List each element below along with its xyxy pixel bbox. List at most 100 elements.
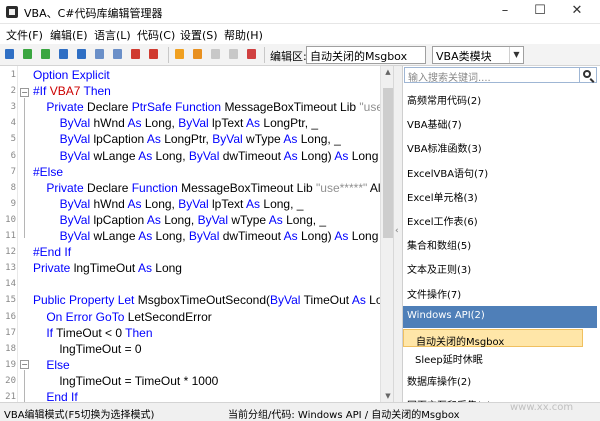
category-item[interactable]: 网页交互和采集(5) bbox=[403, 393, 597, 402]
category-item[interactable]: Windows API(2) bbox=[403, 305, 597, 328]
chevron-down-icon[interactable]: ▼ bbox=[509, 47, 523, 63]
code-token: Long, _ bbox=[300, 132, 341, 147]
category-item[interactable]: 高频常用代码(2) bbox=[403, 88, 597, 110]
delete-icon[interactable] bbox=[130, 47, 142, 61]
cut-icon[interactable] bbox=[174, 47, 186, 61]
line-number: 13 bbox=[5, 263, 16, 274]
code-keyword: Else bbox=[46, 357, 70, 372]
code-item[interactable]: Sleep延时休眠 bbox=[403, 348, 583, 366]
code-token: Long bbox=[351, 229, 379, 243]
code-token: lngTimeOut = TimeOut * 1000 bbox=[59, 373, 219, 388]
document-icon[interactable] bbox=[228, 47, 240, 61]
line-number: 19 bbox=[5, 359, 16, 370]
category-item[interactable]: VBA标准函数(3) bbox=[403, 136, 597, 158]
indent-icon[interactable] bbox=[112, 47, 124, 61]
code-token: Long bbox=[351, 148, 379, 163]
code-keyword: #If bbox=[33, 84, 50, 99]
pane-splitter[interactable]: ‹ bbox=[394, 66, 402, 402]
move-up-icon[interactable] bbox=[58, 47, 70, 61]
code-keyword: ByVal bbox=[59, 148, 94, 163]
fold-toggle-icon[interactable]: − bbox=[20, 360, 29, 369]
new-item-icon[interactable] bbox=[4, 47, 16, 61]
fold-toggle-icon[interactable]: − bbox=[20, 88, 29, 97]
code-token: Declare bbox=[87, 100, 132, 115]
category-item[interactable]: ExcelVBA语句(7) bbox=[403, 161, 597, 183]
category-label: VBA标准函数(3) bbox=[407, 144, 482, 156]
category-item[interactable]: Excel单元格(3) bbox=[403, 185, 597, 207]
code-line: ByVal wLange As Long, ByVal dwTimeout As… bbox=[33, 229, 379, 243]
code-keyword: Private bbox=[46, 180, 88, 195]
code-keyword: As bbox=[146, 212, 165, 227]
scroll-up-icon[interactable]: ▲ bbox=[381, 66, 393, 78]
fold-guide bbox=[24, 370, 25, 402]
code-token: Long, _ bbox=[263, 196, 304, 211]
scrollbar-thumb[interactable] bbox=[383, 88, 393, 238]
menu-file[interactable]: 文件(F) bbox=[6, 27, 43, 43]
code-keyword: If bbox=[46, 325, 57, 340]
category-item[interactable]: VBA基础(7) bbox=[403, 112, 597, 134]
code-token: wType bbox=[246, 132, 284, 147]
add-down-icon[interactable] bbox=[40, 47, 52, 61]
category-item[interactable]: 集合和数组(5) bbox=[403, 233, 597, 255]
code-token: MsgboxTimeOutSecond( bbox=[137, 293, 270, 308]
code-keyword: Then bbox=[125, 325, 153, 340]
line-number: 18 bbox=[5, 343, 16, 354]
add-up-icon[interactable] bbox=[22, 47, 34, 61]
line-number: 9 bbox=[10, 198, 16, 209]
code-line: ByVal lpCaption As LongPtr, ByVal wType … bbox=[33, 132, 341, 146]
vertical-scrollbar[interactable]: ▲ ▼ bbox=[380, 66, 393, 402]
line-number: 20 bbox=[5, 375, 16, 386]
edit-area-input[interactable]: 自动关闭的Msgbox bbox=[306, 46, 426, 64]
status-current-code: 当前分组/代码: Windows API / 自动关闭的Msgbox bbox=[228, 410, 460, 421]
category-item[interactable]: Excel工作表(6) bbox=[403, 209, 597, 231]
code-token: Long, bbox=[155, 229, 189, 243]
toolbar: 编辑区: 自动关闭的Msgbox VBA类模块 ▼ bbox=[0, 44, 600, 66]
code-token: Long, bbox=[144, 196, 179, 211]
code-line: ByVal hWnd As Long, ByVal lpText As Long… bbox=[33, 196, 304, 211]
code-keyword: As bbox=[268, 212, 287, 227]
move-down-icon[interactable] bbox=[76, 47, 88, 61]
code-item[interactable]: 自动关闭的Msgbox bbox=[403, 329, 583, 348]
category-item[interactable]: 数据库操作(2) bbox=[403, 369, 597, 391]
code-keyword: On Error GoTo bbox=[46, 309, 128, 324]
code-item-label: Sleep延时休眠 bbox=[415, 355, 483, 366]
copy-icon[interactable] bbox=[192, 47, 204, 61]
code-editor[interactable]: 1 2 3 4 5 6 7 8 9 10 11 12 13 14 15 16 17 18 19 20 21 − − Op… bbox=[0, 66, 394, 402]
menu-code[interactable]: 代码(C) bbox=[137, 27, 175, 43]
line-number: 8 bbox=[10, 182, 16, 193]
minimize-button[interactable]: – bbox=[490, 0, 520, 24]
code-line: Option Explicit bbox=[33, 68, 110, 82]
window-title: VBA、C#代码库编辑管理器 bbox=[24, 7, 163, 20]
category-item[interactable]: 文本及正则(3) bbox=[403, 257, 597, 279]
search-icon[interactable] bbox=[579, 67, 597, 83]
code-keyword: As bbox=[283, 148, 301, 163]
code-keyword: As bbox=[137, 261, 156, 276]
search-input[interactable]: 输入搜索关键词.... bbox=[404, 67, 580, 84]
delete-sub-icon[interactable] bbox=[148, 47, 160, 61]
collapse-arrow-icon[interactable]: ‹ bbox=[395, 226, 399, 236]
menu-language[interactable]: 语言(L) bbox=[94, 27, 131, 43]
paste-icon[interactable] bbox=[210, 47, 222, 61]
scroll-down-icon[interactable]: ▼ bbox=[381, 390, 393, 402]
menu-edit[interactable]: 编辑(E) bbox=[50, 27, 88, 43]
line-number: 1 bbox=[10, 70, 16, 80]
code-token: MessageBoxTimeout Lib bbox=[224, 100, 360, 115]
close-button[interactable]: ✕ bbox=[562, 0, 592, 24]
code-line: If TimeOut < 0 Then bbox=[33, 325, 153, 340]
code-line: Else bbox=[33, 357, 70, 372]
module-type-select[interactable]: VBA类模块 ▼ bbox=[432, 46, 524, 64]
menu-help[interactable]: 帮助(H) bbox=[224, 27, 263, 43]
save-icon[interactable] bbox=[246, 47, 258, 61]
maximize-button[interactable]: ☐ bbox=[525, 0, 555, 24]
line-number: 12 bbox=[5, 247, 16, 258]
add-sub-icon[interactable] bbox=[94, 47, 106, 61]
code-token: "use*****" bbox=[316, 180, 370, 195]
category-label: Excel单元格(3) bbox=[407, 192, 478, 204]
category-item[interactable]: 文件操作(7) bbox=[403, 282, 597, 304]
code-token: lngTimeOut = 0 bbox=[59, 341, 142, 356]
menu-settings[interactable]: 设置(S) bbox=[180, 27, 218, 43]
code-keyword: Then bbox=[80, 84, 111, 99]
